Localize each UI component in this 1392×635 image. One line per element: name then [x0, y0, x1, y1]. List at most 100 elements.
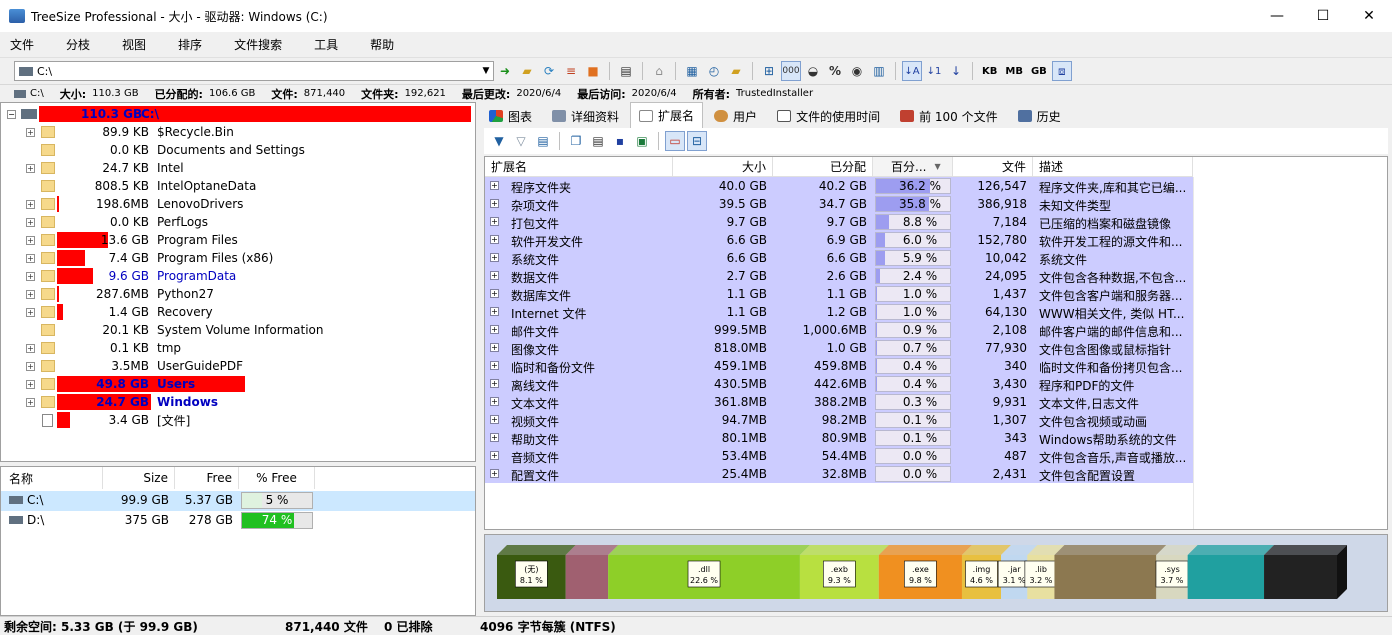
expand-icon[interactable]: + — [490, 451, 499, 460]
col-size[interactable]: Size — [103, 467, 175, 489]
export-icon[interactable]: ■ — [583, 61, 603, 81]
expand-icon[interactable]: + — [26, 307, 35, 317]
expand-icon[interactable]: + — [490, 271, 499, 280]
grid-row[interactable]: + 系统文件 6.6 GB 6.6 GB 5.9 % 10,042 系统文件 — [485, 249, 1193, 267]
expand-icon[interactable]: + — [26, 235, 35, 245]
unit-gb-button[interactable]: GB — [1031, 66, 1047, 77]
expand-icon[interactable]: + — [26, 199, 35, 209]
menu-file[interactable]: 文件 — [0, 36, 44, 53]
expand-icon[interactable]: + — [490, 307, 499, 316]
stack-segment[interactable] — [1187, 545, 1275, 599]
folder-tree[interactable]: − 110.3 GB C:\ +89.9 KB $Recycle.Bin 0.0 K… — [0, 102, 476, 462]
grid-row[interactable]: + 配置文件 25.4MB 32.8MB 0.0 % 2,431 文件包含配置设置 — [485, 465, 1193, 483]
filter-clear-icon[interactable]: ▽ — [511, 131, 531, 151]
expand-icon[interactable]: + — [490, 379, 499, 388]
grid-row[interactable]: + 数据文件 2.7 GB 2.6 GB 2.4 % 24,095 文件包含各种数据,不包含… — [485, 267, 1193, 285]
auto-unit-icon[interactable]: ⧈ — [1051, 61, 1072, 81]
tree-item[interactable]: 20.1 KB System Volume Information — [1, 321, 475, 339]
expand-icon[interactable]: + — [490, 433, 499, 442]
schedule-icon[interactable]: ◴ — [704, 61, 724, 81]
expand-icon[interactable]: + — [490, 181, 499, 190]
tree-view-icon[interactable]: ⊟ — [687, 131, 707, 151]
sort-numeric-icon[interactable]: ↓1 — [924, 61, 944, 81]
tree-item[interactable]: 0.0 KB Documents and Settings — [1, 141, 475, 159]
percent-icon[interactable]: % — [825, 61, 845, 81]
tab-details[interactable]: 详细资料 — [543, 104, 628, 128]
grid-view-icon[interactable]: ▭ — [665, 131, 685, 151]
col-description[interactable]: 描述 — [1033, 157, 1193, 177]
numbers-icon[interactable]: 000 — [781, 61, 801, 81]
grid-row[interactable]: + 音频文件 53.4MB 54.4MB 0.0 % 487 文件包含音乐,声音或播放... — [485, 447, 1193, 465]
grid-row[interactable]: + 软件开发文件 6.6 GB 6.9 GB 6.0 % 152,780 软件开发工程的源文… — [485, 231, 1193, 249]
extensions-grid[interactable]: 扩展名 大小 已分配 百分... ▼ 文件 描述 + 程序文件夹 40.0 GB 40.… — [484, 156, 1388, 530]
sort-az-icon[interactable]: ↓A — [902, 61, 922, 81]
tree-item[interactable]: +1.4 GB Recovery — [1, 303, 475, 321]
close-button[interactable]: ✕ — [1346, 0, 1392, 32]
grid-row[interactable]: + 视频文件 94.7MB 98.2MB 0.1 % 1,307 文件包含视频或动画 — [485, 411, 1193, 429]
tree-expand-icon[interactable]: ⊞ — [759, 61, 779, 81]
collapse-icon[interactable]: − — [7, 109, 16, 119]
stack-segment[interactable]: .exb 9.3 % — [799, 545, 889, 599]
expand-icon[interactable]: + — [490, 397, 499, 406]
menu-file-search[interactable]: 文件搜索 — [224, 36, 292, 53]
expand-icon[interactable]: + — [490, 289, 499, 298]
expand-icon[interactable]: + — [490, 325, 499, 334]
save-icon[interactable]: ▪ — [610, 131, 630, 151]
col-free[interactable]: Free — [175, 467, 239, 489]
col-files[interactable]: 文件 — [953, 157, 1033, 177]
expand-icon[interactable]: + — [26, 217, 35, 227]
expand-icon[interactable]: + — [26, 361, 35, 371]
expand-icon[interactable]: + — [490, 253, 499, 262]
expand-icon[interactable]: + — [26, 379, 35, 389]
menu-view[interactable]: 视图 — [112, 36, 156, 53]
grid-row[interactable]: + 程序文件夹 40.0 GB 40.2 GB 36.2 % 126,547 程序文件夹,库… — [485, 177, 1193, 195]
tree-item[interactable]: 3.4 GB [文件] — [1, 411, 475, 429]
tree-item[interactable]: +198.6MB LenovoDrivers — [1, 195, 475, 213]
tree-item[interactable]: +24.7 GB Windows — [1, 393, 475, 411]
print-preview-icon[interactable]: ▤ — [588, 131, 608, 151]
tab-top100[interactable]: 前 100 个文件 — [891, 104, 1007, 128]
unit-mb-button[interactable]: MB — [1005, 66, 1023, 77]
tree-item[interactable]: +7.4 GB Program Files (x86) — [1, 249, 475, 267]
grid-row[interactable]: + Internet 文件 1.1 GB 1.2 GB 1.0 % 64,130 WWW相关… — [485, 303, 1193, 321]
drive-list[interactable]: 名称 Size Free % Free C:\ 99.9 GB 5.37 GB 5 %… — [0, 466, 476, 616]
expand-icon[interactable]: + — [26, 271, 35, 281]
home-icon[interactable]: ⌂ — [649, 61, 669, 81]
tree-item[interactable]: +89.9 KB $Recycle.Bin — [1, 123, 475, 141]
menu-branch[interactable]: 分枝 — [56, 36, 100, 53]
tree-item[interactable]: +0.1 KB tmp — [1, 339, 475, 357]
tab-file-age[interactable]: 文件的使用时间 — [768, 104, 889, 128]
menu-tools[interactable]: 工具 — [304, 36, 348, 53]
expand-icon[interactable]: + — [490, 469, 499, 478]
open-folder-icon[interactable]: ▰ — [517, 61, 537, 81]
grid-row[interactable]: + 临时和备份文件 459.1MB 459.8MB 0.4 % 340 临时文件和备份拷贝包… — [485, 357, 1193, 375]
grid-row[interactable]: + 文本文件 361.8MB 388.2MB 0.3 % 9,931 文本文件,日志文件 — [485, 393, 1193, 411]
expand-icon[interactable]: + — [26, 289, 35, 299]
tree-item[interactable]: +287.6MB Python27 — [1, 285, 475, 303]
col-pct-free[interactable]: % Free — [239, 467, 315, 489]
grid-row[interactable]: + 打包文件 9.7 GB 9.7 GB 8.8 % 7,184 已压缩的档案和磁盘镜像 — [485, 213, 1193, 231]
tree-item[interactable]: +9.6 GB ProgramData — [1, 267, 475, 285]
grid-row[interactable]: + 数据库文件 1.1 GB 1.1 GB 1.0 % 1,437 文件包含客户端和服务器.… — [485, 285, 1193, 303]
expand-icon[interactable]: + — [490, 415, 499, 424]
unit-kb-button[interactable]: KB — [982, 66, 997, 77]
drive-row[interactable]: D:\ 375 GB 278 GB 74 % — [1, 511, 475, 531]
menu-sort[interactable]: 排序 — [168, 36, 212, 53]
tree-item[interactable]: +3.5MB UserGuidePDF — [1, 357, 475, 375]
tree-item[interactable]: +49.8 GB Users — [1, 375, 475, 393]
expand-icon[interactable]: + — [490, 343, 499, 352]
allocated-icon[interactable]: ◉ — [847, 61, 867, 81]
columns-icon[interactable]: ▥ — [869, 61, 889, 81]
expand-icon[interactable]: + — [26, 127, 35, 137]
menu-help[interactable]: 帮助 — [360, 36, 404, 53]
grid-row[interactable]: + 杂项文件 39.5 GB 34.7 GB 35.8 % 386,918 未知文件类型 — [485, 195, 1193, 213]
chevron-down-icon[interactable]: ▼ — [479, 66, 493, 76]
expand-icon[interactable]: + — [490, 199, 499, 208]
col-allocated[interactable]: 已分配 — [773, 157, 873, 177]
tab-history[interactable]: 历史 — [1009, 104, 1070, 128]
expand-icon[interactable]: + — [26, 397, 35, 407]
tab-chart[interactable]: 图表 — [480, 104, 541, 128]
copy-icon[interactable]: ❐ — [566, 131, 586, 151]
scan-filter-icon[interactable]: ≡ — [561, 61, 581, 81]
favorite-folder-icon[interactable]: ▰ — [726, 61, 746, 81]
